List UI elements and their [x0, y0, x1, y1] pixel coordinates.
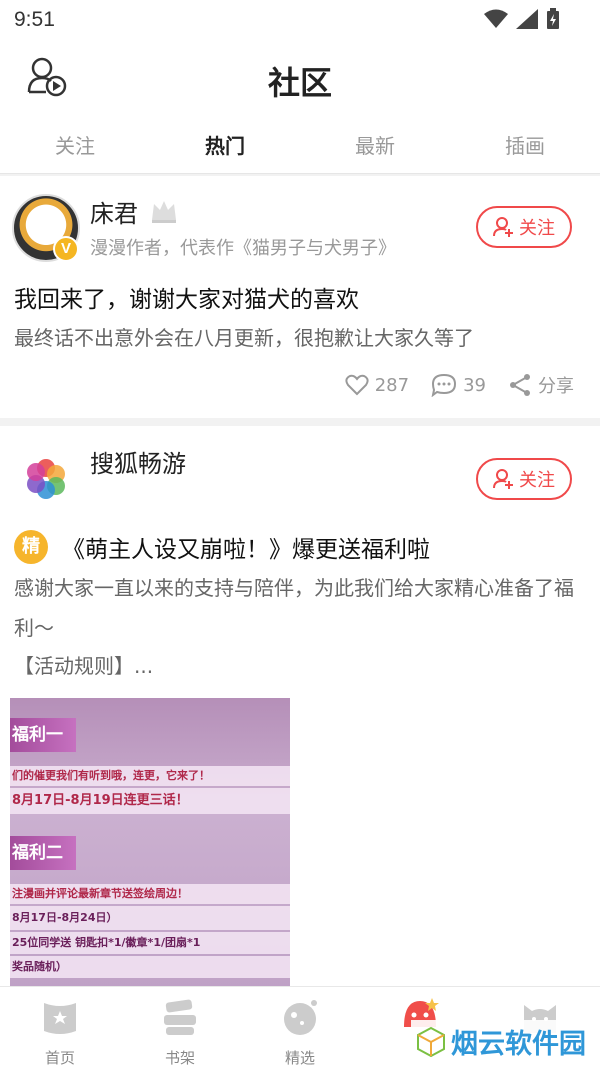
like-button[interactable]: 287: [345, 374, 409, 396]
share-label: 分享: [538, 376, 574, 397]
post-title[interactable]: 《萌主人设又崩啦！》爆更送福利啦: [62, 530, 430, 564]
banner-text: 25位同学送 钥匙扣*1/徽章*1/团扇*1: [10, 932, 290, 954]
banner-text: 奖品随机）: [10, 956, 290, 978]
author-name[interactable]: 床君: [90, 194, 138, 229]
home-icon: [44, 1003, 76, 1034]
share-icon: [510, 374, 530, 396]
cube-logo-icon: [417, 1026, 445, 1057]
banner-text: 们的催更我们有听到哦，连更，它来了！: [10, 766, 290, 786]
nav-label: 精选: [284, 1049, 315, 1066]
tab-hot[interactable]: 热门: [150, 130, 300, 181]
tab-latest[interactable]: 最新: [300, 130, 450, 159]
battery-icon: [547, 8, 559, 29]
post-image[interactable]: 福利一 们的催更我们有听到哦，连更，它来了！ 8月17日-8月19日连更三话！ …: [10, 698, 290, 986]
follow-button[interactable]: 关注: [476, 206, 572, 248]
tab-following[interactable]: 关注: [0, 130, 150, 159]
follow-label: 关注: [519, 470, 555, 491]
crown-icon: [152, 201, 176, 223]
comment-button[interactable]: 39: [431, 373, 486, 397]
nav-label: 书架: [164, 1049, 195, 1066]
add-user-icon: [493, 469, 513, 489]
author-name[interactable]: 搜狐畅游: [90, 444, 186, 479]
featured-badge: 精: [14, 530, 48, 564]
watermark-text: 烟云软件园: [451, 1029, 586, 1060]
post-card[interactable]: V 床君 漫漫作者，代表作《猫男子与犬男子》 关注 我回来了，谢谢大家对猫犬的喜…: [0, 176, 600, 418]
signal-icon: [516, 9, 538, 29]
verified-badge: V: [53, 236, 79, 262]
follow-button[interactable]: 关注: [476, 458, 572, 500]
post-rules[interactable]: 【活动规则】...: [14, 650, 153, 679]
app-header: 社区: [0, 44, 600, 116]
banner-text: 8月17日-8月24日）: [10, 906, 290, 930]
status-icons: [484, 8, 560, 30]
post-body[interactable]: 最终话不出意外会在八月更新，很抱歉让大家久等了: [14, 318, 584, 358]
tab-illustration[interactable]: 插画: [450, 130, 600, 159]
add-user-icon: [493, 217, 513, 237]
status-bar: 9:51: [0, 0, 600, 44]
banner-label: 福利一: [10, 718, 76, 752]
comment-count: 39: [463, 374, 486, 396]
bookshelf-icon: [164, 999, 196, 1035]
banner-text: 注漫画并评论最新章节送签绘周边！: [10, 884, 290, 904]
planet-icon: [284, 1000, 317, 1035]
share-button[interactable]: 分享: [508, 372, 574, 398]
comment-icon: [431, 373, 457, 397]
tab-label: 插画: [505, 134, 545, 158]
banner-text: 8月17日-8月19日连更三话！: [10, 788, 290, 814]
like-count: 287: [374, 374, 410, 396]
wifi-icon: [484, 9, 508, 28]
author-subtitle: 漫漫作者，代表作《猫男子与犬男子》: [90, 238, 396, 259]
banner-label: 福利二: [10, 836, 76, 870]
post-body[interactable]: 感谢大家一直以来的支持与陪伴，为此我们给大家精心准备了福利～: [14, 568, 584, 648]
tab-label: 热门: [205, 134, 245, 158]
tab-bar: 关注 热门 最新 插画: [0, 116, 600, 181]
tab-label: 关注: [55, 134, 95, 158]
follow-label: 关注: [519, 218, 555, 239]
watermark: 烟云软件园: [411, 1020, 590, 1063]
tab-label: 最新: [355, 134, 395, 158]
page-title: 社区: [267, 64, 332, 102]
status-time: 9:51: [14, 8, 55, 31]
nav-label: 首页: [44, 1049, 75, 1066]
post-card[interactable]: 搜狐畅游 关注 精 《萌主人设又崩啦！》爆更送福利啦 感谢大家一直以来的支持与陪…: [0, 426, 600, 986]
post-actions: 287 39 分享: [345, 372, 574, 398]
heart-icon: [345, 374, 369, 396]
brand-logo-icon[interactable]: [24, 456, 68, 500]
post-title[interactable]: 我回来了，谢谢大家对猫犬的喜欢: [14, 280, 359, 314]
